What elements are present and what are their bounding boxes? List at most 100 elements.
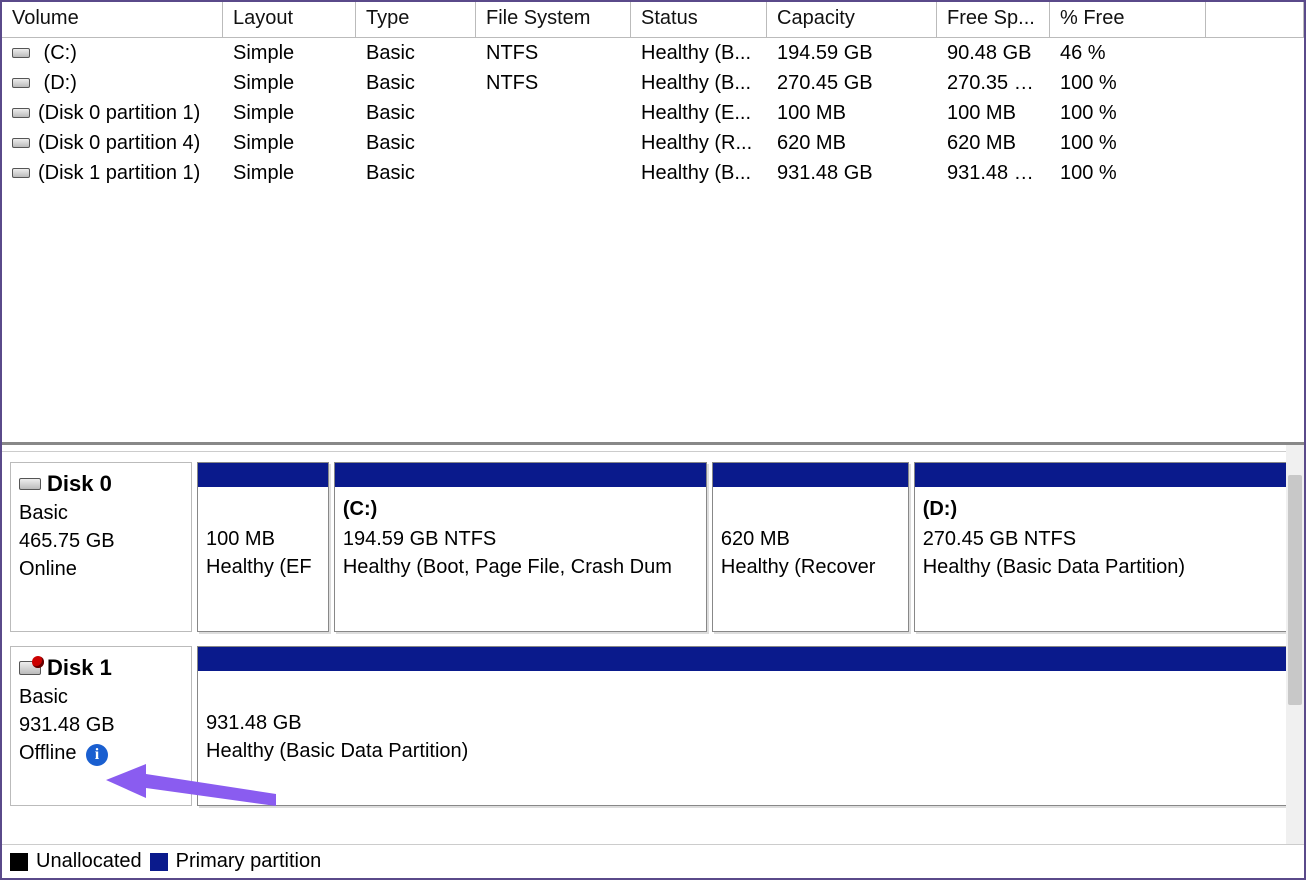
legend-unallocated-label: Unallocated [36,850,142,873]
volume-cell-pct: 100 % [1050,132,1206,155]
drive-icon [12,108,30,118]
partition-bar [198,463,328,487]
volume-cell-capacity: 194.59 GB [767,42,937,65]
col-layout[interactable]: Layout [223,2,356,38]
graph-inner: Disk 0Basic465.75 GBOnline 100 MBHealthy… [2,451,1304,844]
volume-cell-volume: (Disk 0 partition 4) [2,132,223,155]
drive-icon [12,78,30,88]
volume-row[interactable]: (Disk 1 partition 1)SimpleBasic Healthy (… [2,158,1304,188]
graphical-disk-pane: Disk 0Basic465.75 GBOnline 100 MBHealthy… [2,445,1304,844]
partition-bar [713,463,908,487]
disk-status: Online [19,555,183,583]
partition[interactable]: 931.48 GBHealthy (Basic Data Partition) [197,646,1296,806]
disk-capacity: 465.75 GB [19,527,183,555]
volume-cell-volume: (C:) [2,42,223,65]
disk-title: Disk 0 [47,471,112,497]
partition-label: (D:) [923,495,1287,523]
partition[interactable]: 100 MBHealthy (EF [197,462,329,632]
volume-cell-type: Basic [356,72,476,95]
partitions-container: 100 MBHealthy (EF(C:)194.59 GB NTFSHealt… [192,462,1296,632]
partition-size: 931.48 GB [206,709,1287,737]
disk-label[interactable]: Disk 0Basic465.75 GBOnline [10,462,192,632]
drive-icon [12,168,30,178]
col-pct-free[interactable]: % Free [1050,2,1206,38]
partition-status: Healthy (Recover [721,553,900,581]
volume-cell-layout: Simple [223,162,356,185]
partition-bar [915,463,1295,487]
col-empty [1206,2,1304,38]
volume-cell-layout: Simple [223,42,356,65]
volume-cell-volume: (Disk 0 partition 1) [2,102,223,125]
partition-bar [335,463,706,487]
volume-row[interactable]: (C:)SimpleBasicNTFSHealthy (B...194.59 G… [2,38,1304,68]
partition-status: Healthy (Boot, Page File, Crash Dum [343,553,698,581]
volume-list-pane: Volume Layout Type File System Status Ca… [2,2,1304,445]
partition-label: (C:) [343,495,698,523]
disk-capacity: 931.48 GB [19,711,183,739]
disk-status: Offline i [19,739,183,767]
volume-cell-layout: Simple [223,72,356,95]
volume-cell-status: Healthy (R... [631,132,767,155]
legend: Unallocated Primary partition [2,844,1304,878]
volume-cell-status: Healthy (B... [631,42,767,65]
partition-size: 100 MB [206,525,320,553]
volume-cell-type: Basic [356,132,476,155]
partition-status: Healthy (EF [206,553,320,581]
volume-cell-free: 270.35 GB [937,72,1050,95]
volume-cell-volume: (Disk 1 partition 1) [2,162,223,185]
volume-cell-pct: 100 % [1050,72,1206,95]
partitions-container: 931.48 GBHealthy (Basic Data Partition) [192,646,1296,806]
volume-cell-layout: Simple [223,132,356,155]
scrollbar-thumb[interactable] [1288,475,1302,705]
col-volume[interactable]: Volume [2,2,223,38]
partition-size: 194.59 GB NTFS [343,525,698,553]
disk-label[interactable]: Disk 1Basic931.48 GBOffline i [10,646,192,806]
partition-status: Healthy (Basic Data Partition) [206,737,1287,765]
volume-cell-status: Healthy (B... [631,162,767,185]
volume-cell-volume: (D:) [2,72,223,95]
col-status[interactable]: Status [631,2,767,38]
volume-cell-type: Basic [356,162,476,185]
volume-cell-status: Healthy (E... [631,102,767,125]
volume-cell-free: 100 MB [937,102,1050,125]
disk-row: Disk 1Basic931.48 GBOffline i 931.48 GBH… [10,646,1296,806]
col-capacity[interactable]: Capacity [767,2,937,38]
legend-primary-swatch [150,853,168,871]
volume-cell-pct: 100 % [1050,102,1206,125]
disk-type: Basic [19,683,183,711]
volume-cell-capacity: 270.45 GB [767,72,937,95]
disk-error-icon [19,661,41,675]
partition-size: 620 MB [721,525,900,553]
drive-icon [12,138,30,148]
volume-row[interactable]: (D:)SimpleBasicNTFSHealthy (B...270.45 G… [2,68,1304,98]
disk-icon [19,478,41,490]
legend-unallocated-swatch [10,853,28,871]
volume-cell-free: 90.48 GB [937,42,1050,65]
col-free-space[interactable]: Free Sp... [937,2,1050,38]
info-icon[interactable]: i [86,744,108,766]
volume-cell-pct: 100 % [1050,162,1206,185]
volume-cell-capacity: 931.48 GB [767,162,937,185]
volume-cell-pct: 46 % [1050,42,1206,65]
volume-header-row: Volume Layout Type File System Status Ca… [2,2,1304,38]
volume-row[interactable]: (Disk 0 partition 4)SimpleBasic Healthy (… [2,128,1304,158]
volume-cell-free: 620 MB [937,132,1050,155]
volume-rows[interactable]: (C:)SimpleBasicNTFSHealthy (B...194.59 G… [2,38,1304,442]
drive-icon [12,48,30,58]
volume-cell-type: Basic [356,42,476,65]
partition-size: 270.45 GB NTFS [923,525,1287,553]
col-file-system[interactable]: File System [476,2,631,38]
legend-primary-label: Primary partition [176,850,322,873]
volume-cell-capacity: 100 MB [767,102,937,125]
partition[interactable]: (C:)194.59 GB NTFSHealthy (Boot, Page Fi… [334,462,707,632]
volume-cell-status: Healthy (B... [631,72,767,95]
volume-cell-fs: NTFS [476,42,631,65]
scrollbar-vertical[interactable] [1286,445,1304,844]
partition[interactable]: 620 MBHealthy (Recover [712,462,909,632]
volume-row[interactable]: (Disk 0 partition 1)SimpleBasicHealthy (… [2,98,1304,128]
partition[interactable]: (D:)270.45 GB NTFSHealthy (Basic Data Pa… [914,462,1296,632]
volume-cell-type: Basic [356,102,476,125]
disk-type: Basic [19,499,183,527]
volume-cell-capacity: 620 MB [767,132,937,155]
col-type[interactable]: Type [356,2,476,38]
